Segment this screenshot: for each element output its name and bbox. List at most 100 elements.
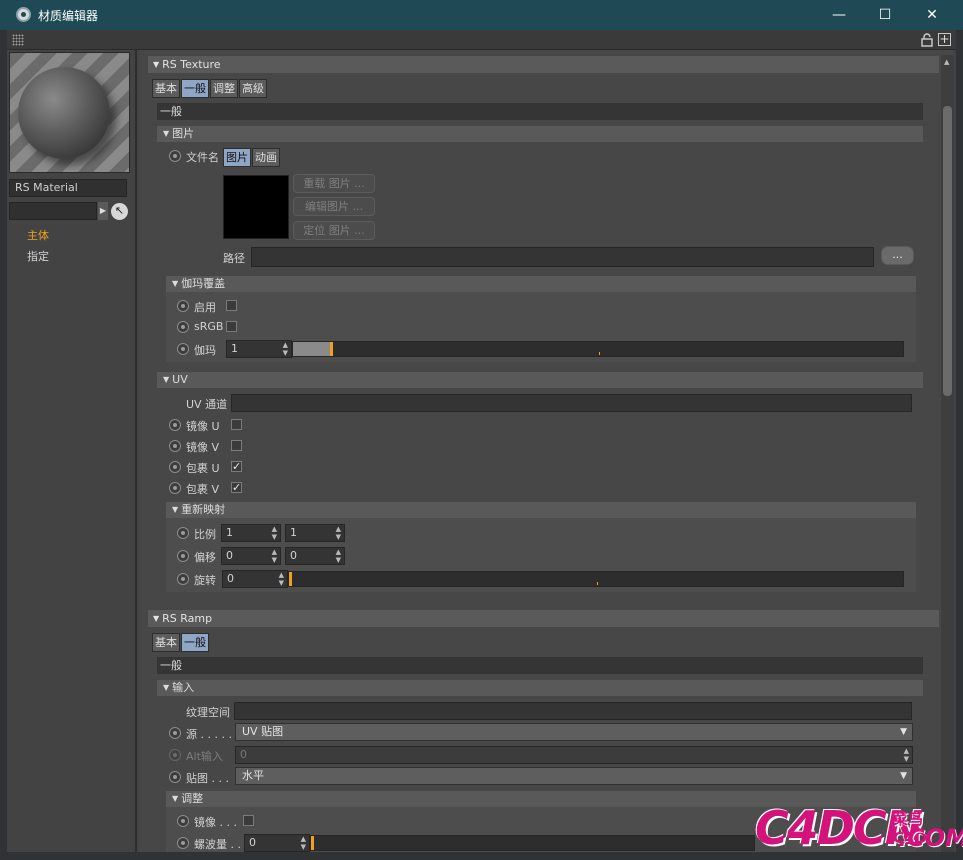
image-group-header[interactable]: ▼ 图片 bbox=[157, 126, 923, 142]
ramp-mirror-radio[interactable] bbox=[177, 815, 189, 827]
browse-path-button[interactable]: ... bbox=[881, 246, 914, 265]
spinner-arrows-icon[interactable]: ▲ ▼ bbox=[279, 571, 284, 587]
scale-x-input[interactable]: 1 ▲ ▼ bbox=[221, 524, 281, 542]
spinner-arrows-icon[interactable]: ▲ ▼ bbox=[272, 548, 277, 564]
scale-radio[interactable] bbox=[177, 527, 189, 539]
grip-icon[interactable] bbox=[12, 34, 24, 46]
maximize-button[interactable]: ☐ bbox=[862, 0, 908, 30]
ramp-mirror-checkbox[interactable] bbox=[243, 815, 254, 826]
offset-y-input[interactable]: 0 ▲ ▼ bbox=[285, 547, 345, 565]
mirror-v-radio[interactable] bbox=[169, 440, 181, 452]
chevron-down-icon: ▼ bbox=[900, 771, 907, 781]
tab-ramp-basic[interactable]: 基本 bbox=[152, 633, 180, 652]
reload-image-button[interactable]: 重载 图片 ... bbox=[293, 174, 375, 193]
filename-label: 文件名 bbox=[186, 151, 219, 164]
gamma-slider[interactable] bbox=[292, 341, 904, 357]
map-dropdown[interactable]: 水平 ▼ bbox=[235, 767, 913, 785]
uv-group-header[interactable]: ▼ UV bbox=[157, 372, 923, 388]
alt-input-radio bbox=[169, 749, 181, 761]
scroll-up-arrow-icon[interactable]: ▲ bbox=[944, 58, 949, 66]
wrap-u-radio[interactable] bbox=[169, 461, 181, 473]
texture-thumbnail[interactable] bbox=[223, 175, 289, 239]
rotate-input[interactable]: 0 ▲ ▼ bbox=[222, 570, 288, 588]
spinner-arrows-icon[interactable]: ▲ ▼ bbox=[272, 525, 277, 541]
rotate-slider[interactable] bbox=[288, 571, 904, 587]
offset-label: 偏移 bbox=[194, 551, 216, 564]
texture-space-input[interactable] bbox=[234, 702, 912, 720]
spinner-arrows-icon: ▲ ▼ bbox=[903, 747, 909, 763]
nav-item-main[interactable]: 主体 bbox=[27, 227, 49, 243]
input-group-header[interactable]: ▼ 输入 bbox=[157, 680, 923, 696]
scrollbar-thumb[interactable] bbox=[943, 106, 952, 396]
tab-adjust[interactable]: 调整 bbox=[210, 79, 238, 98]
gamma-input[interactable]: 1 ▲ ▼ bbox=[226, 340, 292, 358]
menu-strip: + bbox=[7, 30, 956, 50]
uv-channel-input[interactable] bbox=[231, 394, 912, 412]
offset-x-input[interactable]: 0 ▲ ▼ bbox=[221, 547, 281, 565]
tab-advanced[interactable]: 高级 bbox=[239, 79, 267, 98]
material-name-field[interactable]: RS Material bbox=[9, 179, 127, 197]
scale-label: 比例 bbox=[194, 528, 216, 541]
gamma-slider-handle[interactable] bbox=[330, 342, 333, 356]
material-layer-combo[interactable] bbox=[9, 202, 97, 220]
wrap-v-checkbox[interactable]: ✓ bbox=[231, 482, 242, 493]
srgb-label: sRGB bbox=[194, 320, 224, 333]
spinner-arrows-icon[interactable]: ▲ ▼ bbox=[336, 525, 341, 541]
pick-cursor-icon[interactable]: ↖ bbox=[111, 203, 128, 220]
remap-group-header[interactable]: ▼ 重新映射 bbox=[166, 502, 916, 518]
combo-arrow-icon[interactable]: ▶ bbox=[98, 202, 108, 220]
tab-image[interactable]: 图片 bbox=[223, 148, 251, 167]
close-button[interactable]: ✕ bbox=[909, 0, 955, 30]
lock-icon[interactable] bbox=[921, 33, 933, 47]
collapse-triangle-icon: ▼ bbox=[153, 614, 160, 623]
collapse-triangle-icon: ▼ bbox=[163, 129, 170, 138]
ramp-mirror-label: 镜像 . . . bbox=[194, 816, 237, 829]
filename-radio[interactable] bbox=[169, 150, 181, 162]
spinner-arrows-icon[interactable]: ▲ ▼ bbox=[336, 548, 341, 564]
gamma-radio[interactable] bbox=[177, 343, 189, 355]
gamma-enable-radio[interactable] bbox=[177, 300, 189, 312]
scale-y-input[interactable]: 1 ▲ ▼ bbox=[285, 524, 345, 542]
source-dropdown[interactable]: UV 贴图 ▼ bbox=[235, 723, 913, 741]
srgb-radio[interactable] bbox=[177, 321, 189, 333]
spinner-arrows-icon[interactable]: ▲ ▼ bbox=[301, 835, 306, 851]
material-preview[interactable] bbox=[9, 52, 130, 173]
spinner-arrows-icon[interactable]: ▲ ▼ bbox=[283, 341, 288, 357]
gamma-group-header[interactable]: ▼ 伽玛覆盖 bbox=[166, 276, 916, 292]
rs-texture-header[interactable]: ▼ RS Texture bbox=[148, 56, 939, 73]
srgb-checkbox[interactable] bbox=[226, 321, 237, 332]
minimize-button[interactable]: — bbox=[816, 0, 862, 30]
gamma-enable-checkbox[interactable] bbox=[226, 300, 237, 311]
tab-general[interactable]: 一般 bbox=[181, 79, 209, 98]
mirror-u-radio[interactable] bbox=[169, 419, 181, 431]
source-label: 源 . . . . . bbox=[186, 728, 232, 741]
wrap-u-checkbox[interactable]: ✓ bbox=[231, 461, 242, 472]
tab-animation[interactable]: 动画 bbox=[252, 148, 280, 167]
mirror-u-label: 镜像 U bbox=[186, 420, 220, 433]
ripple-radio[interactable] bbox=[177, 837, 189, 849]
ripple-slider[interactable] bbox=[310, 835, 755, 851]
edit-image-button[interactable]: 编辑图片 ... bbox=[293, 197, 375, 216]
rotate-slider-handle[interactable] bbox=[289, 572, 292, 586]
locate-image-button[interactable]: 定位 图片 ... bbox=[293, 221, 375, 240]
path-input[interactable] bbox=[251, 247, 874, 267]
new-panel-plus-icon[interactable]: + bbox=[938, 33, 951, 46]
mirror-v-label: 镜像 V bbox=[186, 441, 220, 454]
mirror-v-checkbox[interactable] bbox=[231, 440, 242, 451]
tab-ramp-general[interactable]: 一般 bbox=[181, 633, 209, 652]
offset-radio[interactable] bbox=[177, 550, 189, 562]
gamma-slider-tick bbox=[599, 352, 600, 355]
site-watermark: C4DCN 菜鸟C4D .COM bbox=[755, 796, 963, 856]
rotate-radio[interactable] bbox=[177, 573, 189, 585]
rs-ramp-header[interactable]: ▼ RS Ramp bbox=[148, 610, 939, 627]
ripple-input[interactable]: 0 ▲ ▼ bbox=[244, 834, 310, 852]
wrap-v-radio[interactable] bbox=[169, 482, 181, 494]
tab-basic[interactable]: 基本 bbox=[152, 79, 180, 98]
texture-space-label: 纹理空间 bbox=[186, 706, 230, 719]
source-radio[interactable] bbox=[169, 727, 181, 739]
ramp-tabs: 基本 一般 bbox=[152, 633, 210, 652]
mirror-u-checkbox[interactable] bbox=[231, 419, 242, 430]
ripple-slider-handle[interactable] bbox=[311, 836, 314, 850]
nav-item-assign[interactable]: 指定 bbox=[27, 248, 49, 264]
map-radio[interactable] bbox=[169, 771, 181, 783]
